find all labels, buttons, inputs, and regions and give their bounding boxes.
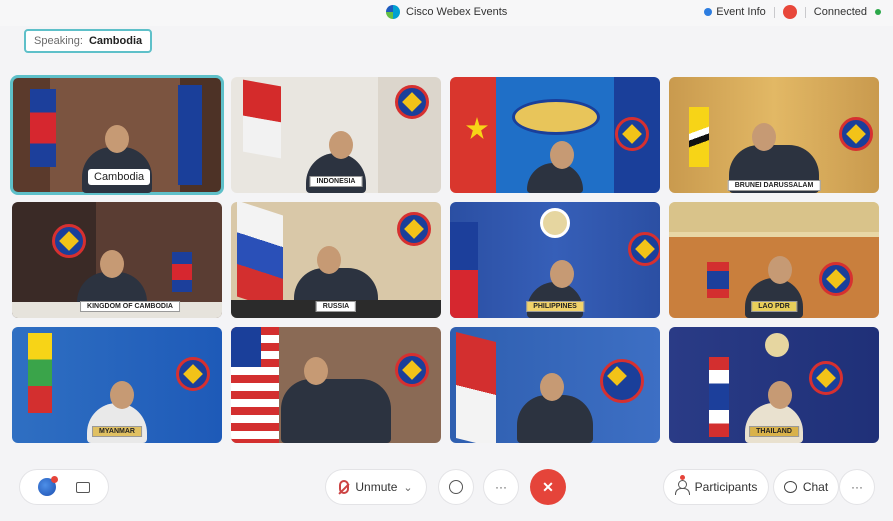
video-tile-vietnam[interactable] [450,77,660,193]
flag-asean-pole [178,85,202,185]
asean-flag-icon [809,361,843,395]
video-tile-cambodia-2[interactable]: KINGDOM OF CAMBODIA [12,202,222,318]
left-tools [20,470,108,504]
event-info-label: Event Info [716,6,766,18]
flag-russia [237,202,283,312]
flag-laos [707,262,729,298]
video-tile-cambodia[interactable]: Cambodia [10,75,224,195]
asean-flag-icon [819,262,853,296]
banner [669,202,879,232]
app-title: Cisco Webex Events [386,5,507,19]
speaking-label: Speaking: [34,35,83,47]
assistant-icon[interactable] [38,476,58,496]
unmute-button[interactable]: Unmute ⌄ [326,470,426,504]
chat-label: Chat [802,480,829,494]
status-area: Event Info Connected [704,5,881,19]
country-nameplate: RUSSIA [315,301,357,312]
participant-video [527,260,583,318]
flag-thailand [709,357,729,437]
video-tile-singapore[interactable] [450,327,660,443]
divider [804,6,806,18]
camera-off-icon [449,480,463,494]
video-tile-philippines[interactable]: PHILIPPINES [450,202,660,318]
connected-indicator-icon [875,9,881,15]
chevron-down-icon[interactable]: ⌄ [403,481,412,494]
asean-flag-icon [52,224,86,258]
speaking-name: Cambodia [88,35,143,47]
country-nameplate: LAO PDR [751,301,797,312]
overflow-menu-button[interactable]: ··· [840,470,874,504]
leave-meeting-button[interactable]: ✕ [530,469,566,505]
participant-video [745,381,803,443]
participant-video [527,141,583,193]
info-icon [704,8,713,16]
asean-flag-icon [839,117,873,151]
participants-icon [674,480,690,495]
video-tile-myanmar[interactable]: MYANMAR [12,327,222,443]
meeting-controls: Unmute ⌄ ··· ✕ Participants Chat ··· [0,458,893,518]
video-tile-brunei[interactable]: BRUNEI DARUSSALAM [669,77,879,193]
unmute-label: Unmute [355,480,398,494]
captions-icon[interactable] [76,481,90,493]
star-icon [466,117,488,139]
asean-flag-icon [615,117,649,151]
video-tile-laos[interactable]: LAO PDR [669,202,879,318]
video-tile-malaysia[interactable] [231,327,441,443]
participant-video [87,381,147,443]
recording-icon[interactable] [782,5,797,19]
flag-indonesia-white [243,115,281,159]
flag-myanmar [28,333,52,413]
country-nameplate: KINGDOM OF CAMBODIA [80,301,180,312]
event-info-button[interactable]: Event Info [704,6,766,18]
webex-logo-icon [386,5,400,19]
flag-cambodia [172,252,192,292]
more-options-button[interactable]: ··· [484,470,518,504]
flag-singapore [456,332,496,443]
country-nameplate: INDONESIA [309,176,363,187]
chat-button[interactable]: Chat [774,470,838,504]
video-tile-thailand[interactable]: THAILAND [669,327,879,443]
participant-video [306,131,366,193]
asean-flag-icon [600,359,644,403]
flag-cambodia [30,89,56,167]
flag-brunei [689,107,709,167]
video-tile-russia[interactable]: RUSSIA [231,202,441,318]
participant-video [745,256,803,318]
country-nameplate: PHILIPPINES [526,301,584,312]
chat-icon [783,481,797,493]
asean-flag-icon [395,85,429,119]
participants-label: Participants [694,480,758,494]
flag-philippines [450,222,478,318]
seal-icon [765,333,789,357]
title-bar: Cisco Webex Events Event Info Connected [0,0,893,26]
notification-dot [680,475,685,480]
country-nameplate: MYANMAR [92,426,142,437]
close-icon: ✕ [542,478,554,495]
connection-status: Connected [813,6,867,18]
participant-name-tag: Cambodia [88,169,151,185]
app-title-text: Cisco Webex Events [406,6,508,18]
video-tile-indonesia[interactable]: INDONESIA [231,77,441,193]
speaking-indicator: Speaking: Cambodia [24,29,153,53]
flag-malaysia-canton [231,327,261,367]
muted-mic-icon [339,480,350,494]
asean-flag-icon [176,357,210,391]
video-button[interactable] [439,470,473,504]
asean-flag-icon [395,353,429,387]
participant-video [281,357,391,443]
divider [773,6,775,18]
emblem-icon [512,99,600,135]
country-nameplate: THAILAND [749,426,799,437]
more-icon: ··· [495,480,507,494]
participant-video [517,373,593,443]
participants-button[interactable]: Participants [664,470,768,504]
more-icon: ··· [851,480,863,494]
asean-flag-icon [397,212,431,246]
asean-flag-icon [628,232,660,266]
seal-icon [540,208,570,238]
country-nameplate: BRUNEI DARUSSALAM [727,180,821,191]
